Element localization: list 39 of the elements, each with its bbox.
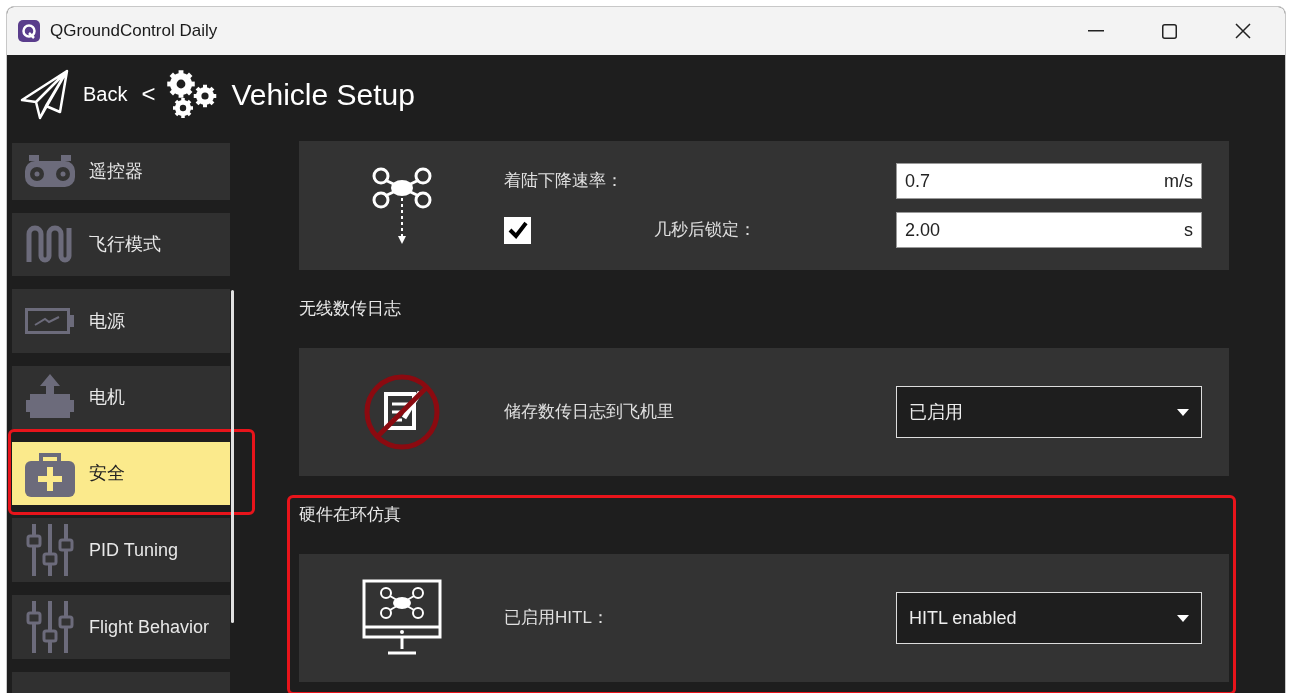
checkmark-icon — [507, 221, 528, 239]
battery-icon — [25, 308, 75, 334]
dropdown[interactable]: 已启用 — [896, 386, 1202, 438]
field-label: 几秒后锁定： — [654, 219, 757, 242]
section-title: 无线数传日志 — [299, 298, 402, 320]
sliders-icon — [26, 601, 74, 653]
sidebar-item[interactable]: 电机 — [12, 366, 230, 429]
maximize-icon[interactable] — [1162, 23, 1177, 39]
gamepad-icon — [25, 154, 75, 189]
field-label: 着陆下降速率： — [504, 170, 624, 193]
input-field[interactable]: 2.00 s — [896, 212, 1202, 248]
minimize-icon[interactable] — [1088, 30, 1104, 32]
input-field[interactable]: 0.7 m/s — [896, 163, 1202, 199]
back-link[interactable]: Back — [83, 79, 128, 109]
checkbox[interactable] — [504, 216, 531, 244]
sidebar-item[interactable]: 飞行模式 — [12, 213, 230, 276]
unit-label: m/s — [1164, 169, 1193, 193]
sidebar-item[interactable]: PID Tuning — [12, 518, 230, 582]
sidebar-item[interactable]: 安全 — [12, 442, 230, 505]
window-title: QGroundControl Daily — [50, 20, 218, 43]
sidebar-item[interactable]: Flight Behavior — [12, 595, 230, 659]
unit-label: s — [1184, 218, 1193, 242]
monitor-drone-icon — [361, 579, 442, 657]
app-icon — [18, 20, 40, 42]
sidebar-item[interactable]: 电源 — [12, 289, 230, 353]
sidebar-item[interactable]: 遥控器 — [12, 143, 230, 200]
section-title: 硬件在环仿真 — [299, 504, 402, 526]
caret-icon — [1177, 614, 1189, 622]
first-aid-kit-icon — [25, 450, 75, 497]
caret-icon — [1177, 408, 1189, 416]
paper-plane-icon[interactable] — [19, 68, 71, 120]
dropdown[interactable]: HITL enabled — [896, 592, 1202, 644]
page-title: Vehicle Setup — [231, 76, 415, 113]
scrollbar[interactable] — [231, 290, 234, 623]
field-label: 已启用HITL： — [504, 607, 610, 630]
close-icon[interactable] — [1235, 23, 1251, 39]
field-label: 储存数传日志到飞机里 — [504, 401, 675, 424]
breadcrumb-separator: < — [141, 79, 156, 109]
sliders-icon — [26, 524, 74, 576]
